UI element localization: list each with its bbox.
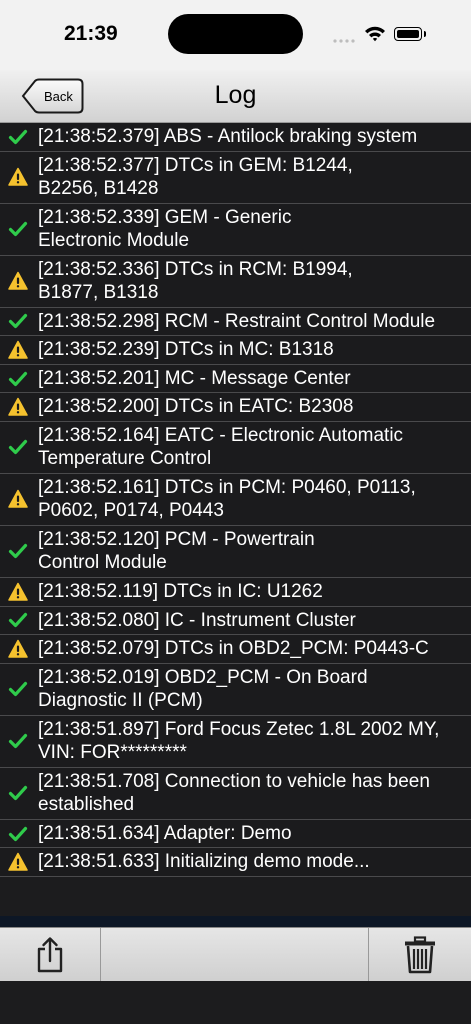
checkmark-icon: [8, 786, 28, 801]
log-message: [21:38:51.708] Connection to vehicle has…: [38, 770, 430, 816]
log-message: [21:38:52.119] DTCs in IC: U1262: [38, 581, 323, 603]
log-row[interactable]: [21:38:52.379] ABS - Antilock braking sy…: [0, 123, 471, 152]
log-message: [21:38:51.634] Adapter: Demo: [38, 822, 292, 844]
log-message: [21:38:52.161] DTCs in PCM: P0460, P0113…: [38, 476, 416, 522]
log-row[interactable]: [21:38:52.336] DTCs in RCM: B1994, B1877…: [0, 255, 471, 308]
trash-icon: [405, 936, 435, 974]
warning-icon: [8, 167, 28, 186]
log-message: [21:38:52.019] OBD2_PCM - On Board Diagn…: [38, 666, 368, 712]
battery-tip: [424, 31, 426, 37]
delete-button[interactable]: [368, 928, 471, 982]
log-message: [21:38:52.379] ABS - Antilock braking sy…: [38, 126, 418, 148]
log-row[interactable]: [21:38:51.634] Adapter: Demo: [0, 819, 471, 849]
log-row[interactable]: [21:38:51.897] Ford Focus Zetec 1.8L 200…: [0, 715, 471, 768]
log-row[interactable]: [21:38:52.161] DTCs in PCM: P0460, P0113…: [0, 473, 471, 526]
log-message: [21:38:51.897] Ford Focus Zetec 1.8L 200…: [38, 718, 440, 764]
log-row[interactable]: [21:38:52.019] OBD2_PCM - On Board Diagn…: [0, 663, 471, 716]
checkmark-icon: [8, 221, 28, 237]
log-message: [21:38:52.377] DTCs in GEM: B1244, B2256…: [38, 154, 353, 200]
log-row[interactable]: [21:38:51.708] Connection to vehicle has…: [0, 767, 471, 820]
checkmark-icon: [8, 682, 28, 697]
warning-icon: [8, 340, 28, 359]
battery-icon: [394, 27, 422, 41]
cellular-signal-icon: [333, 39, 355, 43]
log-message: [21:38:52.080] IC - Instrument Cluster: [38, 609, 356, 631]
log-message: [21:38:52.298] RCM - Restraint Control M…: [38, 310, 436, 332]
log-row[interactable]: [21:38:52.200] DTCs in EATC: B2308: [0, 393, 471, 422]
log-row[interactable]: [21:38:52.339] GEM - Generic Electronic …: [0, 203, 471, 256]
log-row[interactable]: [21:38:52.239] DTCs in MC: B1318: [0, 336, 471, 365]
checkmark-icon: [8, 440, 28, 455]
checkmark-icon: [8, 371, 28, 386]
bottom-toolbar: [0, 927, 471, 982]
page-title: Log: [214, 81, 257, 109]
share-icon: [37, 937, 63, 973]
log-message: [21:38:52.079] DTCs in OBD2_PCM: P0443-C: [38, 638, 429, 660]
checkmark-icon: [8, 734, 28, 749]
log-message: [21:38:52.120] PCM - Powertrain Control …: [38, 528, 315, 574]
log-message: [21:38:52.239] DTCs in MC: B1318: [38, 339, 334, 361]
log-row[interactable]: [21:38:52.079] DTCs in OBD2_PCM: P0443-C: [0, 635, 471, 664]
checkmark-icon: [8, 613, 28, 628]
log-row[interactable]: [21:38:52.120] PCM - Powertrain Control …: [0, 525, 471, 578]
status-time: 21:39: [64, 22, 118, 45]
log-message: [21:38:52.164] EATC - Electronic Automat…: [38, 424, 404, 470]
log-row[interactable]: [21:38:52.119] DTCs in IC: U1262: [0, 577, 471, 607]
share-button[interactable]: [0, 928, 101, 982]
warning-icon: [8, 852, 28, 871]
warning-icon: [8, 490, 28, 509]
warning-icon: [8, 639, 28, 658]
log-row[interactable]: [21:38:51.633] Initializing demo mode...: [0, 848, 471, 877]
wifi-icon: [365, 26, 385, 42]
log-message: [21:38:52.200] DTCs in EATC: B2308: [38, 396, 354, 418]
log-row[interactable]: [21:38:52.298] RCM - Restraint Control M…: [0, 307, 471, 337]
checkmark-icon: [8, 544, 28, 559]
log-list[interactable]: [21:38:52.379] ABS - Antilock braking sy…: [0, 123, 471, 877]
log-row[interactable]: [21:38:52.164] EATC - Electronic Automat…: [0, 421, 471, 474]
dynamic-island: [168, 14, 303, 54]
home-indicator-area: [0, 981, 471, 1024]
warning-icon: [8, 582, 28, 601]
log-message: [21:38:52.339] GEM - Generic Electronic …: [38, 206, 292, 252]
warning-icon: [8, 271, 28, 290]
checkmark-icon: [8, 129, 28, 144]
log-row[interactable]: [21:38:52.080] IC - Instrument Cluster: [0, 606, 471, 636]
warning-icon: [8, 397, 28, 416]
log-row[interactable]: [21:38:52.377] DTCs in GEM: B1244, B2256…: [0, 151, 471, 204]
log-message: [21:38:52.201] MC - Message Center: [38, 367, 351, 389]
log-message: [21:38:52.336] DTCs in RCM: B1994, B1877…: [38, 258, 353, 304]
checkmark-icon: [8, 314, 28, 329]
checkmark-icon: [8, 826, 28, 841]
log-message: [21:38:51.633] Initializing demo mode...: [38, 851, 370, 873]
log-row[interactable]: [21:38:52.201] MC - Message Center: [0, 364, 471, 394]
status-bar: 21:39: [0, 0, 471, 70]
navigation-bar: Back Log: [0, 70, 471, 123]
